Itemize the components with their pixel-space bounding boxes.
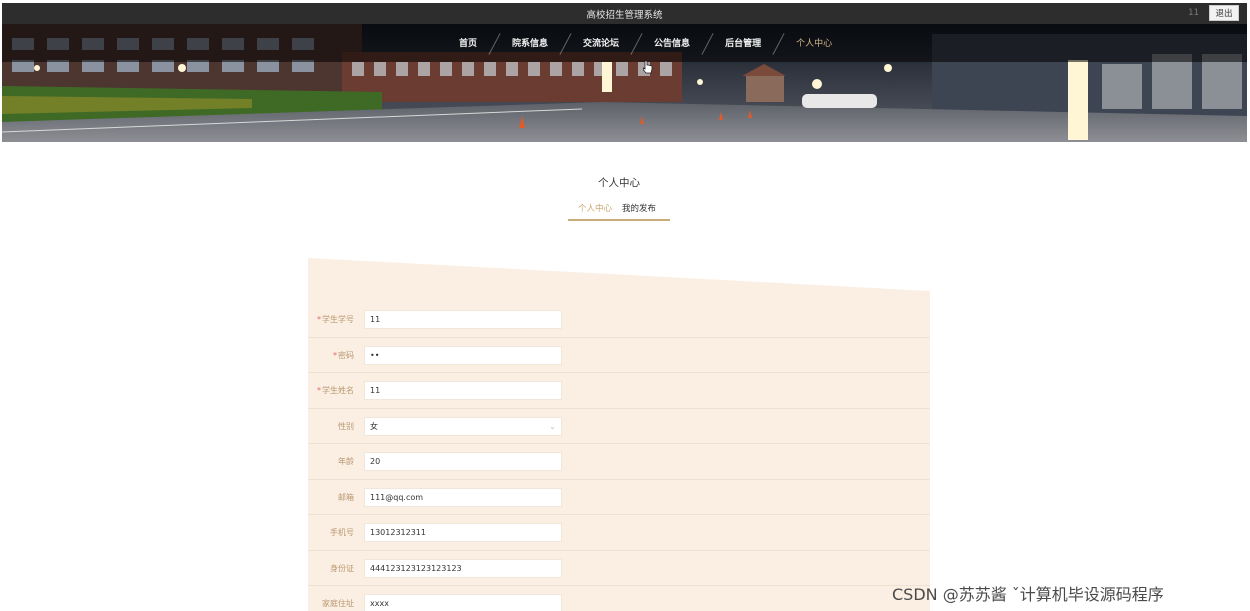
form-row-email: 邮箱 111@qq.com [308, 480, 930, 515]
form-row-student-name: *学生姓名 11 [308, 373, 930, 409]
field-label-text: 年龄 [338, 457, 354, 466]
password-input[interactable]: •• [364, 345, 562, 365]
page: 高校招生管理系统 11 退出 首页 院系信息 交流论坛 公告信息 后台管理 个人… [0, 0, 1250, 611]
field-label-text: 性别 [338, 421, 354, 431]
nav-item-departments[interactable]: 院系信息 [495, 37, 565, 51]
form-row-address: 家庭住址 xxxx [308, 586, 930, 611]
form-row-phone: 手机号 13012312311 [308, 515, 930, 551]
student-id-input[interactable]: 11 [364, 310, 562, 329]
id-card-input[interactable]: 444123123123123123 [364, 558, 562, 578]
field-label: 家庭住址 [322, 598, 354, 609]
field-label: *学生姓名 [317, 385, 354, 396]
form-row-student-id: *学生学号 11 [308, 302, 930, 338]
field-label-text: 学生姓名 [322, 386, 354, 395]
tab-my-posts[interactable]: 我的发布 [612, 202, 656, 219]
nav-item-announcements[interactable]: 公告信息 [637, 37, 707, 51]
field-label: 身份证 [330, 563, 354, 574]
form-row-age: 年龄 20 [308, 444, 930, 480]
logout-button[interactable]: 退出 [1209, 5, 1239, 21]
nav-item-profile[interactable]: 个人中心 [779, 37, 849, 51]
user-name: 11 [1188, 8, 1199, 18]
form-row-password: *密码 •• [308, 338, 930, 373]
field-label: 年龄 [338, 456, 354, 467]
watermark-text: CSDN @苏苏酱 ˇ计算机毕设源码程序 [892, 585, 1164, 604]
required-mark: * [333, 350, 337, 360]
hand-cursor-icon [643, 60, 653, 74]
tab-profile[interactable]: 个人中心 [568, 202, 612, 219]
nav-item-admin[interactable]: 后台管理 [708, 37, 778, 51]
email-input[interactable]: 111@qq.com [364, 487, 562, 507]
top-bar: 高校招生管理系统 11 退出 [2, 3, 1247, 24]
field-label-text: 学生学号 [322, 315, 354, 324]
main-nav: 首页 院系信息 交流论坛 公告信息 后台管理 个人中心 [442, 33, 849, 56]
field-label-text: 手机号 [330, 528, 354, 537]
address-input[interactable]: xxxx [364, 594, 562, 611]
field-label: 邮箱 [338, 492, 354, 503]
field-label-text: 密码 [338, 350, 354, 360]
field-label: *学生学号 [317, 314, 354, 325]
nav-item-forum[interactable]: 交流论坛 [566, 37, 636, 51]
student-name-input[interactable]: 11 [364, 381, 562, 400]
field-label-text: 身份证 [330, 563, 354, 573]
field-label-text: 家庭住址 [322, 599, 354, 608]
field-label: 手机号 [330, 527, 354, 538]
form-row-id-card: 身份证 444123123123123123 [308, 551, 930, 586]
profile-tabs: 个人中心 我的发布 [568, 202, 670, 221]
form-row-gender: 性别 女 ⌄ [308, 409, 930, 444]
age-input[interactable]: 20 [364, 452, 562, 471]
phone-input[interactable]: 13012312311 [364, 523, 562, 542]
field-label: 性别 [338, 421, 354, 432]
app-title: 高校招生管理系统 [586, 10, 663, 21]
required-mark: * [317, 315, 321, 324]
field-label-text: 邮箱 [338, 492, 354, 502]
required-mark: * [317, 386, 321, 395]
profile-form: *学生学号 11 *密码 •• *学生姓名 11 性别 女 ⌄ 年龄 20 邮箱… [308, 258, 930, 611]
chevron-down-icon: ⌄ [549, 421, 556, 431]
nav-item-home[interactable]: 首页 [442, 37, 494, 51]
field-label: *密码 [333, 350, 354, 361]
gender-select[interactable]: 女 ⌄ [364, 416, 562, 436]
hero-banner: 首页 院系信息 交流论坛 公告信息 后台管理 个人中心 [2, 24, 1247, 142]
page-title: 个人中心 [598, 177, 640, 189]
gender-select-value: 女 [370, 421, 378, 431]
